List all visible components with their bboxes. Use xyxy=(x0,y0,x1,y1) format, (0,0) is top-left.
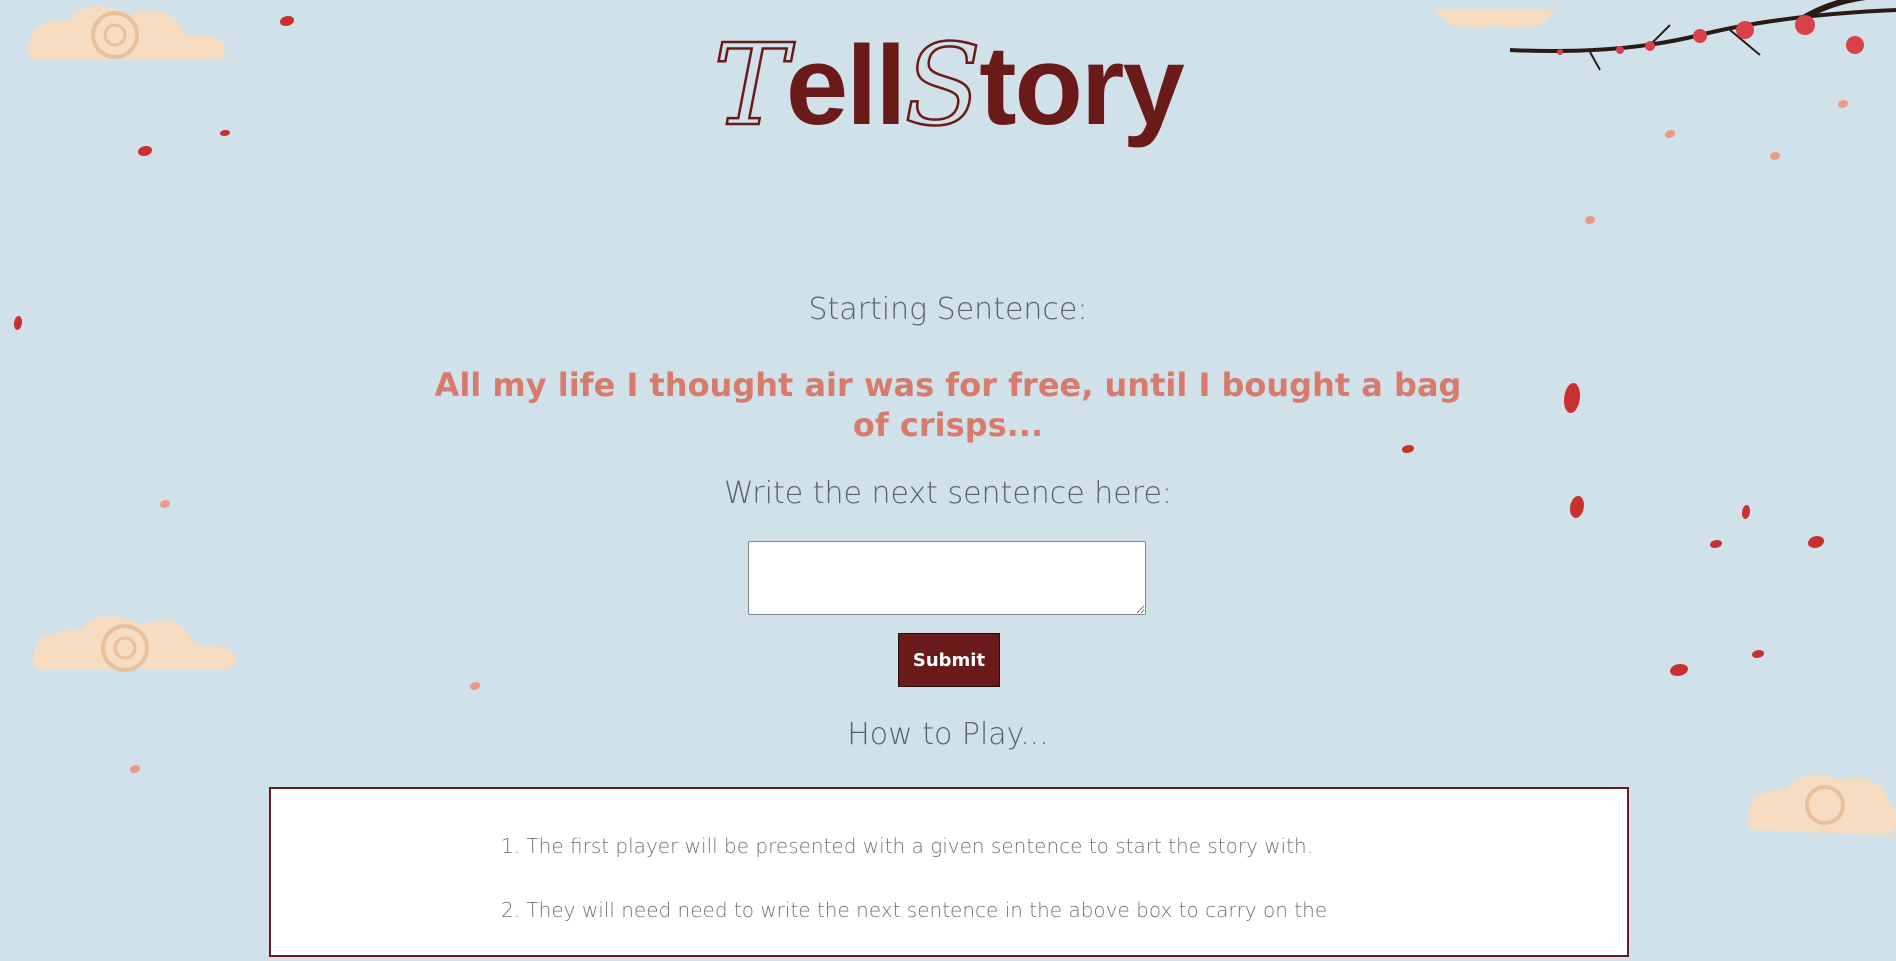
how-to-play-panel: 1. The first player will be presented wi… xyxy=(269,787,1629,957)
logo-letter-t: T xyxy=(712,21,789,151)
list-item: 2. They will need need to write the next… xyxy=(501,898,1328,922)
cloud-icon xyxy=(1435,10,1555,28)
how-to-play-title: How to Play... xyxy=(847,717,1049,752)
rules-list: 1. The first player will be presented wi… xyxy=(501,833,1401,961)
logo-text-ell: ell xyxy=(785,23,907,148)
list-item: 1. The first player will be presented wi… xyxy=(501,834,1314,858)
cloud-icon xyxy=(1748,774,1896,835)
starting-sentence-label: Starting Sentence: xyxy=(808,292,1088,327)
starting-sentence: All my life I thought air was for free, … xyxy=(434,366,1462,444)
write-sentence-label: Write the next sentence here: xyxy=(723,476,1173,511)
logo-text-tory: tory xyxy=(979,23,1185,148)
submit-button[interactable]: Submit xyxy=(898,633,1000,687)
cloud-icon xyxy=(33,616,236,672)
logo-letter-s: S xyxy=(903,21,982,151)
logo[interactable]: TellStory xyxy=(0,29,1896,144)
next-sentence-input[interactable] xyxy=(748,541,1146,615)
